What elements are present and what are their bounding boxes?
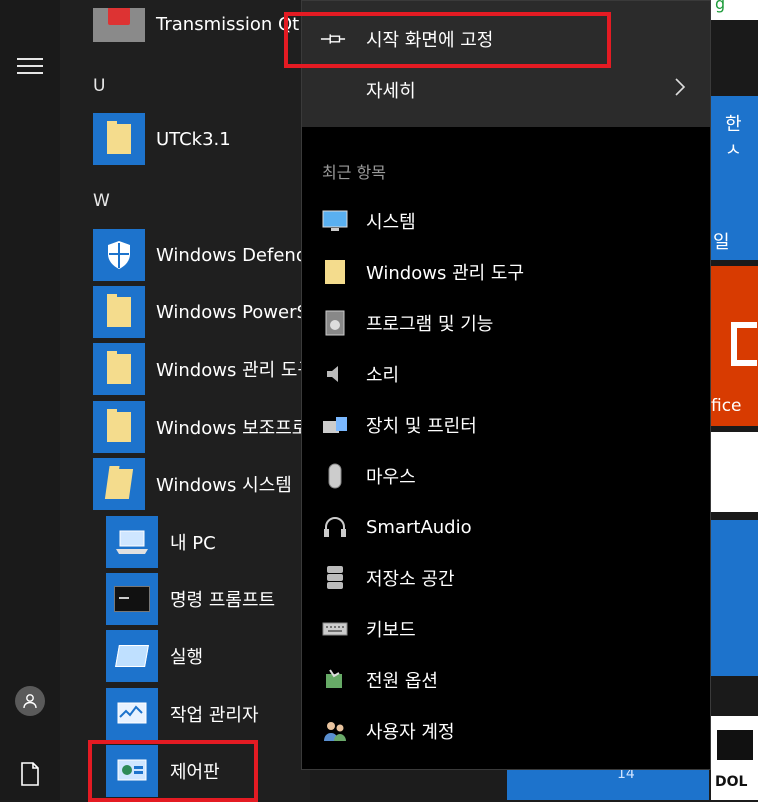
folder-icon: [322, 259, 348, 285]
speaker-icon: [322, 361, 348, 387]
shield-icon: [93, 229, 145, 281]
recent-item-label: 전원 옵션: [366, 671, 438, 692]
partial-tile-blue-2[interactable]: [711, 520, 758, 676]
recent-item-label: 소리: [366, 365, 400, 386]
tile-text: DOL: [715, 774, 748, 790]
recent-item[interactable]: Windows 관리 도구: [302, 247, 710, 297]
recent-item[interactable]: 마우스: [302, 451, 710, 501]
app-label: 내 PC: [170, 533, 216, 554]
partial-tile-blue[interactable]: 한 ㅅ 일: [711, 96, 758, 260]
recent-item[interactable]: 키보드: [302, 604, 710, 654]
documents-icon[interactable]: [20, 762, 40, 790]
programs-icon: [322, 310, 348, 336]
more-label: 자세히: [366, 81, 416, 102]
recent-item-label: 저장소 공간: [366, 569, 455, 590]
app-label: Windows PowerShell: [156, 301, 310, 323]
computer-icon: [106, 516, 158, 568]
recent-item-label: 프로그램 및 기능: [366, 314, 494, 335]
storage-icon: [322, 565, 348, 591]
recent-item-label: 마우스: [366, 467, 416, 488]
app-label: Windows 시스템: [156, 475, 292, 496]
recent-item-label: 사용자 계정: [366, 722, 455, 743]
partial-text: g: [715, 0, 726, 13]
list-item-my-pc[interactable]: 내 PC: [60, 516, 310, 568]
recent-item-label: 키보드: [366, 620, 416, 641]
list-item-task-manager[interactable]: 작업 관리자: [60, 688, 310, 740]
mouse-icon: [322, 463, 348, 489]
highlight-box-pin: [284, 12, 611, 68]
list-item-utck[interactable]: UTCk3.1: [60, 113, 310, 165]
app-label: Windows 관리 도구: [156, 360, 310, 381]
tile-text: 한 ㅅ: [725, 114, 742, 161]
app-label: 작업 관리자: [170, 705, 259, 726]
recent-item[interactable]: 장치 및 프린터: [302, 400, 710, 450]
headphones-icon: [322, 514, 348, 540]
app-label: Windows 보조프로그램: [156, 418, 310, 439]
partial-tile-white[interactable]: [711, 432, 758, 512]
tile-text: 일: [713, 232, 730, 253]
monitor-icon: [322, 208, 348, 234]
keyboard-icon: [322, 616, 348, 642]
list-item-windows-defender[interactable]: Windows Defender: [60, 229, 310, 281]
recent-items-header: 최근 항목: [322, 163, 386, 182]
folder-icon: [93, 113, 145, 165]
recent-item-label: 시스템: [366, 212, 416, 233]
tile-text: fice: [711, 396, 742, 416]
dolby-logo-icon: [717, 730, 753, 760]
command-prompt-icon: [106, 573, 158, 625]
folder-icon: [93, 343, 145, 395]
partial-tile-top[interactable]: g: [711, 0, 758, 20]
users-icon: [322, 718, 348, 744]
tiles-area: g 한 ㅅ 일 fice DOL: [711, 0, 758, 800]
open-folder-icon: [93, 458, 145, 510]
app-list[interactable]: Transmission Qt U UTCk3.1 W Windows Defe…: [60, 0, 310, 800]
section-letter-u[interactable]: U: [93, 76, 105, 96]
recent-item[interactable]: 사용자 계정: [302, 706, 710, 756]
list-item-windows-accessories[interactable]: Windows 보조프로그램: [60, 401, 310, 453]
more-item[interactable]: 자세히: [302, 65, 710, 115]
list-item-windows-powershell[interactable]: Windows PowerShell: [60, 286, 310, 338]
list-item-run[interactable]: 실행: [60, 630, 310, 682]
task-manager-icon: [106, 688, 158, 740]
recent-item[interactable]: 전원 옵션: [302, 655, 710, 705]
app-label: 명령 프롬프트: [170, 590, 276, 611]
highlight-box-control-panel: [88, 740, 258, 802]
run-icon: [106, 630, 158, 682]
app-label: Transmission Qt: [156, 14, 300, 35]
office-logo-icon: [731, 322, 757, 366]
app-label: UTCk3.1: [156, 128, 231, 150]
list-item-windows-admin-tools[interactable]: Windows 관리 도구: [60, 343, 310, 395]
chevron-right-icon: [674, 77, 686, 101]
recent-item-label: SmartAudio: [366, 516, 472, 538]
recent-item[interactable]: 시스템: [302, 196, 710, 246]
recent-item[interactable]: SmartAudio: [302, 502, 710, 552]
list-item-cmd[interactable]: 명령 프롬프트: [60, 573, 310, 625]
folder-icon: [93, 286, 145, 338]
section-letter-w[interactable]: W: [93, 191, 110, 211]
app-label: Windows Defender: [156, 244, 310, 266]
app-label: 실행: [170, 647, 204, 668]
context-menu: 시작 화면에 고정 자세히 최근 항목 시스템 Windows 관리 도구 프로…: [301, 0, 711, 770]
start-left-rail: [0, 0, 60, 800]
top-partial-strip: [60, 0, 301, 8]
user-avatar-icon[interactable]: [15, 686, 45, 716]
office-tile[interactable]: fice: [711, 266, 758, 426]
power-icon: [322, 667, 348, 693]
recent-item[interactable]: 저장소 공간: [302, 553, 710, 603]
partial-tile-bottom[interactable]: 14: [507, 766, 709, 800]
folder-icon: [93, 401, 145, 453]
recent-item-label: Windows 관리 도구: [366, 263, 525, 284]
recent-item-label: 장치 및 프린터: [366, 416, 477, 437]
hamburger-menu-icon[interactable]: [17, 58, 43, 78]
printer-icon: [322, 412, 348, 438]
recent-item[interactable]: 소리: [302, 349, 710, 399]
dolby-tile[interactable]: DOL: [711, 716, 758, 800]
list-item-windows-system[interactable]: Windows 시스템: [60, 458, 310, 510]
recent-item[interactable]: 프로그램 및 기능: [302, 298, 710, 348]
